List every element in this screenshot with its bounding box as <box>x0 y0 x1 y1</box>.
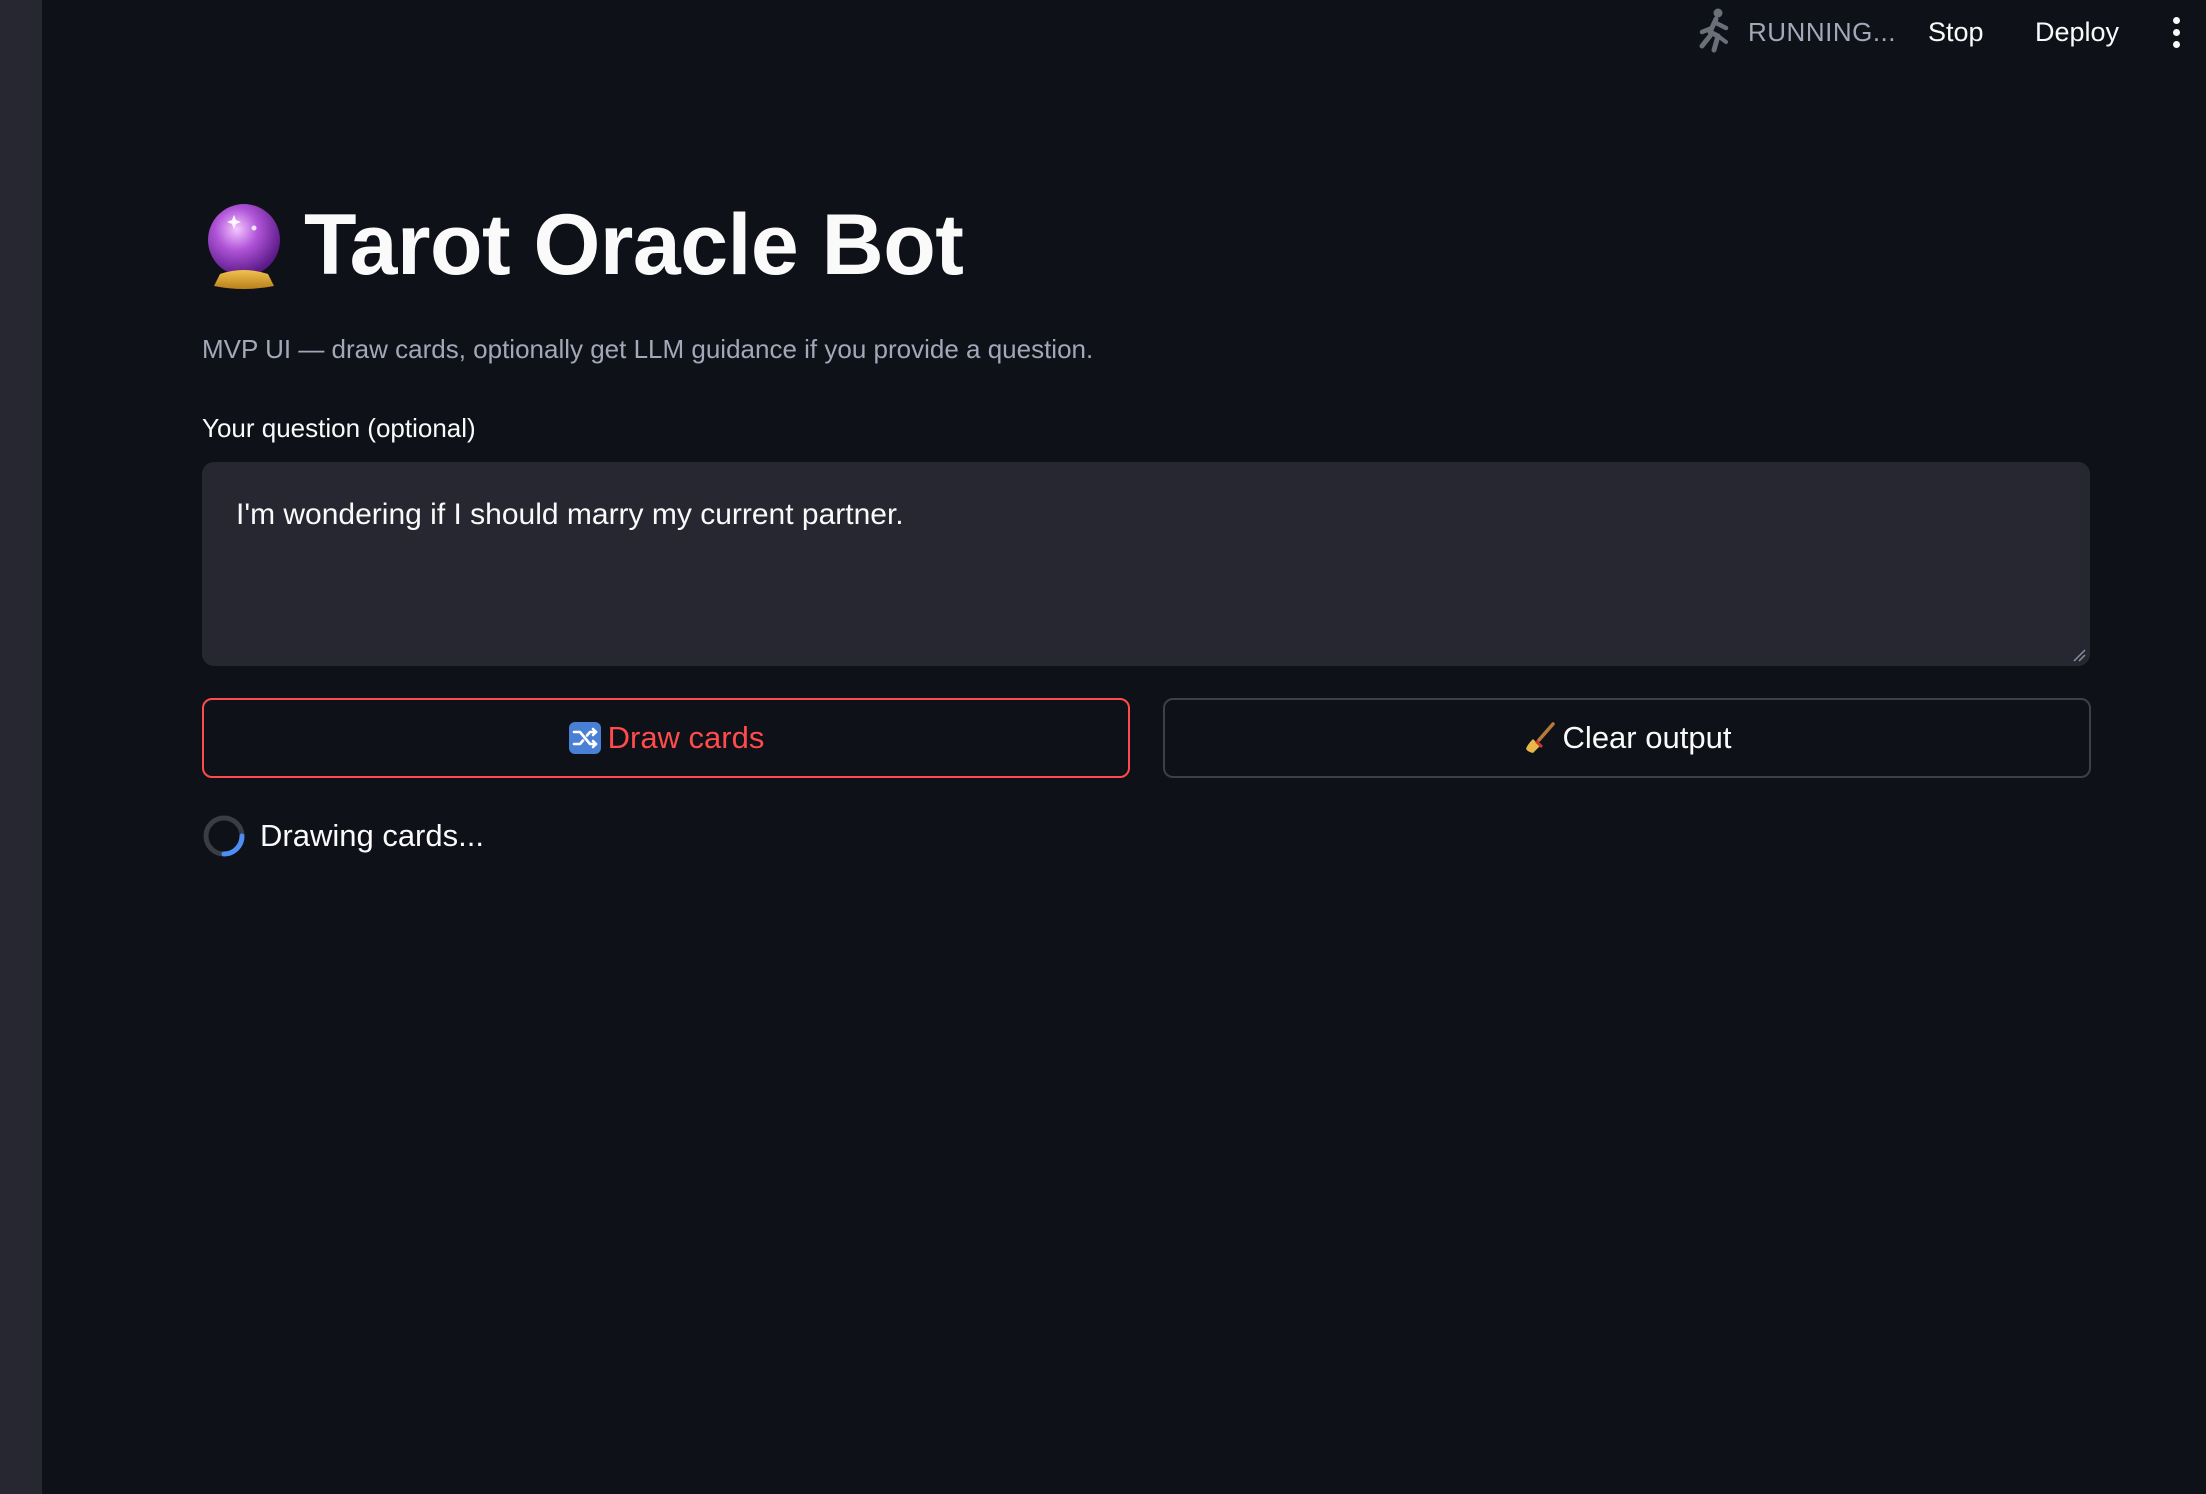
stop-button[interactable]: Stop <box>1928 10 1984 54</box>
loading-status: Drawing cards... <box>202 812 484 860</box>
spinner-icon <box>202 814 246 858</box>
running-status: RUNNING... <box>1694 6 1896 58</box>
question-field-label: Your question (optional) <box>202 413 476 443</box>
draw-cards-button[interactable]: Draw cards <box>202 698 1130 778</box>
kebab-menu-icon[interactable] <box>2162 10 2190 54</box>
broom-icon <box>1523 721 1557 755</box>
crystal-ball-icon <box>202 200 286 290</box>
clear-output-button[interactable]: Clear output <box>1163 698 2091 778</box>
app-root: RUNNING... Stop Deploy Tarot Oracle Bot … <box>0 0 2206 1494</box>
deploy-button[interactable]: Deploy <box>2035 10 2119 54</box>
page-subtitle: MVP UI — draw cards, optionally get LLM … <box>202 334 1094 364</box>
spinner-text: Drawing cards... <box>260 818 484 853</box>
question-textarea-value[interactable]: I'm wondering if I should marry my curre… <box>236 498 2056 532</box>
title-row: Tarot Oracle Bot <box>202 190 964 300</box>
draw-cards-label: Draw cards <box>607 720 765 755</box>
shuffle-icon <box>568 721 602 755</box>
running-status-text: RUNNING... <box>1748 16 1896 47</box>
clear-output-label: Clear output <box>1562 720 1732 755</box>
running-person-icon <box>1694 6 1734 58</box>
page-title: Tarot Oracle Bot <box>304 196 964 293</box>
resize-handle-icon[interactable] <box>2072 648 2086 662</box>
collapsed-sidebar[interactable] <box>0 0 42 1494</box>
question-textarea[interactable]: I'm wondering if I should marry my curre… <box>202 462 2090 666</box>
